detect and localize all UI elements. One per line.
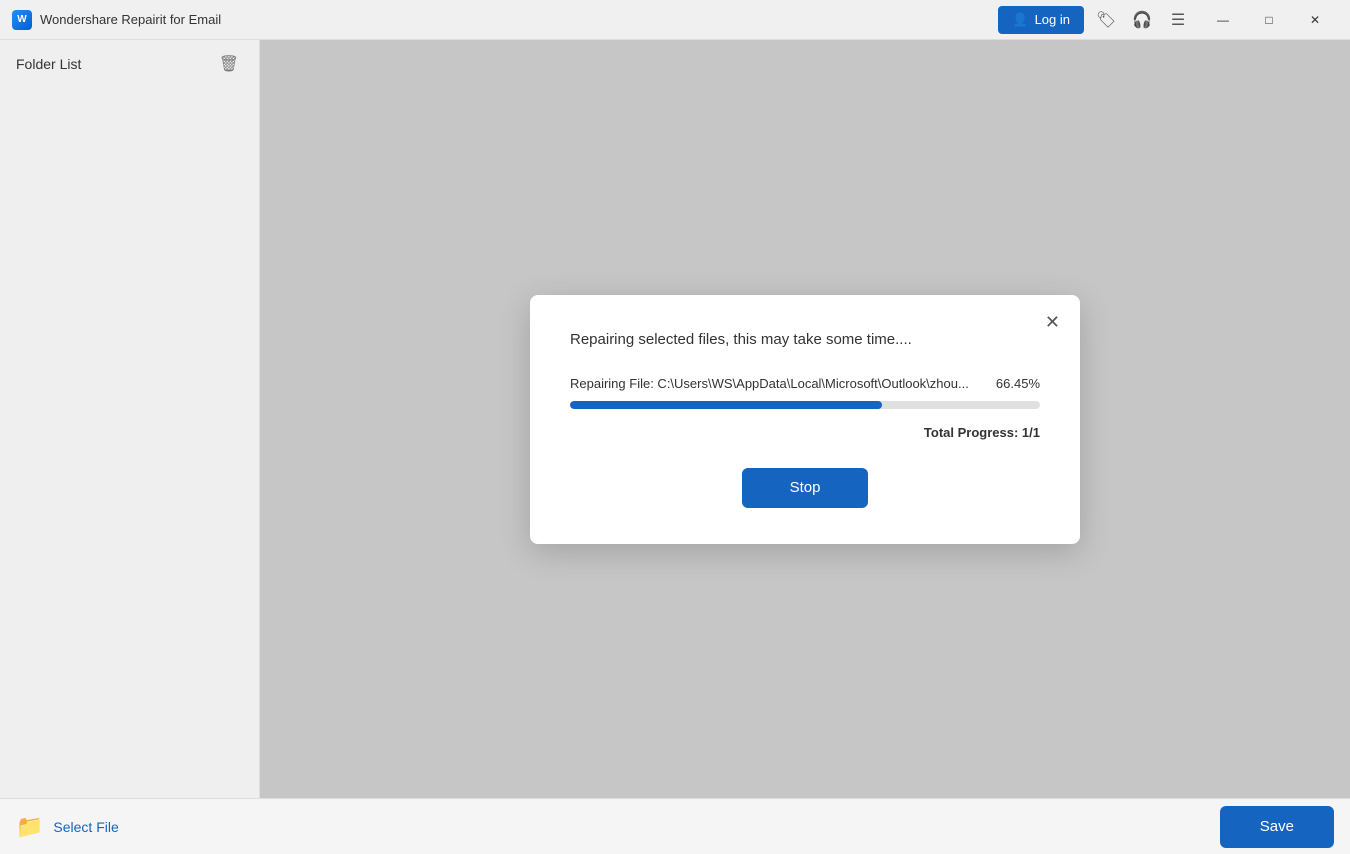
- menu-icon-button[interactable]: ☰: [1164, 6, 1192, 34]
- repair-file-row: Repairing File: C:\Users\WS\AppData\Loca…: [570, 376, 1040, 391]
- repair-dialog: ✕ Repairing selected files, this may tak…: [530, 295, 1080, 544]
- maximize-button[interactable]: □: [1246, 4, 1292, 36]
- stop-button[interactable]: Stop: [742, 468, 869, 508]
- modal-overlay: ✕ Repairing selected files, this may tak…: [260, 40, 1350, 798]
- total-progress-row: Total Progress: 1/1: [570, 425, 1040, 440]
- app-title: Wondershare Repairit for Email: [40, 12, 221, 27]
- login-button[interactable]: 👤 Log in: [998, 6, 1084, 34]
- content-area: ✕ Repairing selected files, this may tak…: [260, 40, 1350, 798]
- modal-close-button[interactable]: ✕: [1041, 309, 1064, 335]
- repair-file-label: Repairing File: C:\Users\WS\AppData\Loca…: [570, 376, 969, 391]
- headset-icon: 🎧: [1132, 10, 1152, 30]
- folder-icon: 📁: [16, 814, 43, 840]
- title-bar-left: W Wondershare Repairit for Email: [12, 10, 998, 30]
- sidebar: Folder List 🗑: [0, 40, 260, 798]
- select-file-button[interactable]: 📁 Select File: [16, 814, 119, 840]
- repair-percent: 66.45%: [996, 376, 1040, 391]
- progress-bar-background: [570, 401, 1040, 409]
- app-icon: W: [12, 10, 32, 30]
- main-layout: Folder List 🗑 ✕ Repairing selected files…: [0, 40, 1350, 798]
- bookmark-icon: 🏷: [1096, 10, 1116, 30]
- total-progress-text: Total Progress: 1/1: [924, 425, 1040, 440]
- modal-footer: Stop: [570, 468, 1040, 508]
- maximize-icon: □: [1265, 13, 1272, 27]
- trash-icon: 🗑: [219, 56, 239, 73]
- sidebar-header: Folder List 🗑: [0, 52, 259, 84]
- minimize-button[interactable]: —: [1200, 4, 1246, 36]
- close-button[interactable]: ✕: [1292, 4, 1338, 36]
- close-icon: ✕: [1310, 13, 1320, 27]
- window-controls: — □ ✕: [1200, 4, 1338, 36]
- title-bar: W Wondershare Repairit for Email 👤 Log i…: [0, 0, 1350, 40]
- modal-message: Repairing selected files, this may take …: [570, 331, 1040, 348]
- user-icon: 👤: [1012, 12, 1028, 28]
- progress-bar-fill: [570, 401, 882, 409]
- bottom-bar: 📁 Select File Save: [0, 798, 1350, 854]
- sidebar-title: Folder List: [16, 56, 81, 72]
- title-bar-actions: 👤 Log in 🏷 🎧 ☰ — □ ✕: [998, 4, 1338, 36]
- modal-close-icon: ✕: [1045, 312, 1060, 332]
- headset-icon-button[interactable]: 🎧: [1128, 6, 1156, 34]
- bookmark-icon-button[interactable]: 🏷: [1092, 6, 1120, 34]
- save-button[interactable]: Save: [1220, 806, 1334, 848]
- menu-icon: ☰: [1171, 10, 1185, 30]
- select-file-label: Select File: [53, 819, 118, 835]
- delete-icon-button[interactable]: 🗑: [215, 52, 243, 76]
- minimize-icon: —: [1217, 13, 1229, 27]
